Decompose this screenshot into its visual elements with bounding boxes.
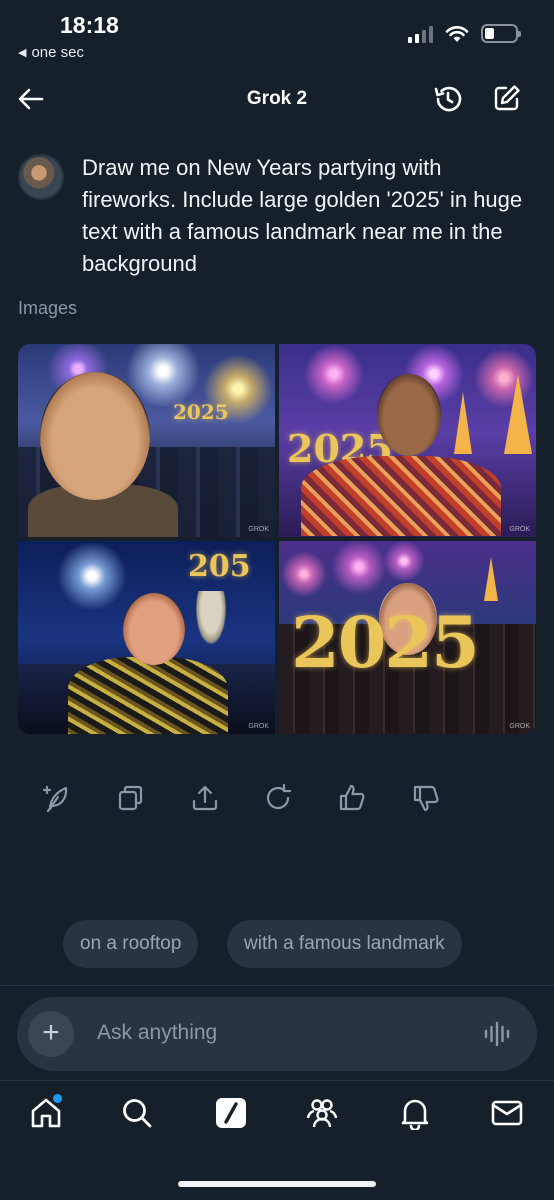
status-bar: 18:18 ◀ one sec — [0, 0, 554, 70]
divider — [0, 1080, 554, 1081]
plus-icon: + — [42, 1016, 60, 1049]
messages-icon[interactable] — [490, 1096, 524, 1130]
history-icon[interactable] — [432, 83, 464, 115]
chat-title: Grok 2 — [246, 88, 308, 109]
home-indicator[interactable] — [178, 1181, 376, 1187]
back-to-app-link[interactable]: ◀ one sec — [18, 44, 84, 61]
chat-input-bar: + Ask anything — [17, 997, 537, 1071]
generated-image-3[interactable]: 205 GROK — [18, 541, 275, 734]
cellular-signal-icon — [408, 25, 433, 43]
suggestion-chips: on a rooftop with a famous landmark — [0, 920, 554, 968]
generated-images-grid: 2025 GROK 2025 GROK 205 GROK 2025 GROK — [18, 344, 536, 734]
share-icon[interactable] — [189, 782, 221, 814]
user-message-text: Draw me on New Years partying with firew… — [82, 155, 523, 276]
thumbs-down-icon[interactable] — [410, 782, 442, 814]
add-attachment-button[interactable]: + — [28, 1011, 74, 1057]
back-triangle-icon: ◀ — [18, 47, 27, 59]
grok-icon[interactable] — [214, 1096, 248, 1130]
status-icons — [408, 24, 521, 43]
image-caption: 2025 — [173, 400, 229, 424]
compose-icon[interactable] — [492, 83, 522, 113]
suggestion-chip[interactable]: with a famous landmark — [227, 920, 462, 968]
search-icon[interactable] — [120, 1096, 154, 1130]
regenerate-icon[interactable] — [262, 782, 294, 814]
bottom-nav — [0, 1096, 554, 1140]
generated-image-4[interactable]: 2025 GROK — [279, 541, 536, 734]
home-notification-dot — [53, 1094, 62, 1103]
generated-image-2[interactable]: 2025 GROK — [279, 344, 536, 537]
copy-icon[interactable] — [115, 782, 147, 814]
divider — [0, 985, 554, 986]
user-avatar[interactable] — [18, 154, 64, 200]
back-app-label: one sec — [31, 44, 85, 61]
image-caption: 2025 — [291, 601, 480, 684]
suggestion-chip[interactable]: on a rooftop — [63, 920, 199, 968]
image-caption: 205 — [188, 549, 251, 584]
generated-image-1[interactable]: 2025 GROK — [18, 344, 275, 537]
ask-input[interactable]: Ask anything — [97, 1021, 217, 1045]
voice-mode-icon[interactable] — [483, 1019, 511, 1049]
edit-image-icon[interactable] — [40, 782, 72, 814]
battery-icon — [481, 24, 521, 43]
communities-icon[interactable] — [305, 1096, 339, 1130]
wifi-icon — [445, 25, 469, 42]
chat-header: Grok 2 — [0, 78, 554, 122]
status-time: 18:18 — [60, 12, 119, 38]
thumbs-up-icon[interactable] — [336, 782, 368, 814]
notifications-icon[interactable] — [398, 1096, 432, 1130]
images-label: Images — [18, 298, 78, 318]
response-actions — [40, 782, 440, 818]
